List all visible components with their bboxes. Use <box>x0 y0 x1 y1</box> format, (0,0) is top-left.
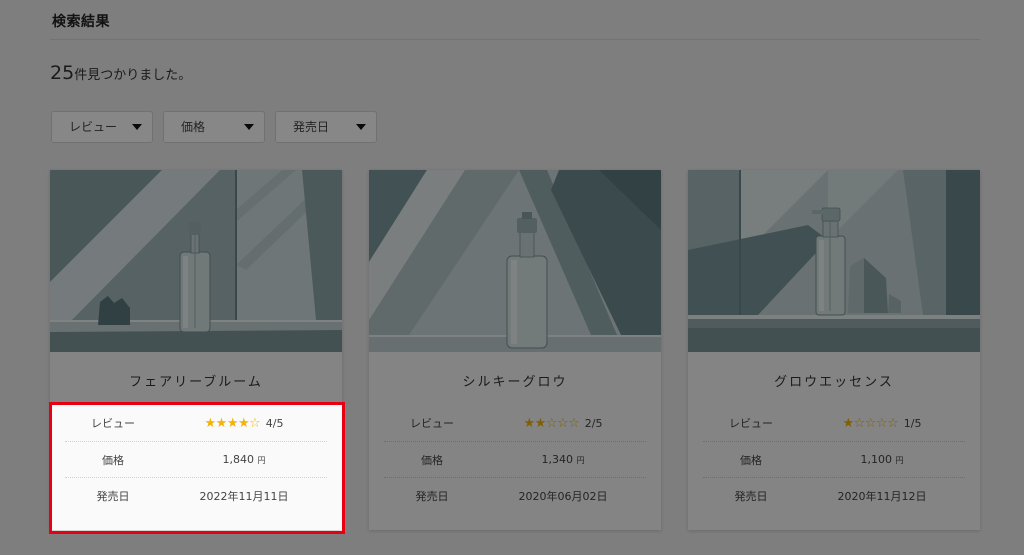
product-grid: フェアリーブルーム レビュー ★★★★☆ 4/5 価格 1,840 円 発売日 … <box>50 170 980 530</box>
rating-stars: ★★☆☆☆ <box>524 416 580 431</box>
spec-row-price: 価格 1,100 円 <box>703 441 965 477</box>
caret-down-icon <box>356 124 366 130</box>
result-count: 25件見つかりました。 <box>50 61 191 88</box>
star-empty-icon: ☆ <box>875 415 888 431</box>
spec-label-review: レビュー <box>729 417 773 430</box>
filter-bar: レビュー 価格 発売日 <box>51 111 377 143</box>
spec-label-price: 価格 <box>421 453 443 467</box>
star-empty-icon: ☆ <box>556 415 569 431</box>
star-empty-icon: ☆ <box>887 415 899 431</box>
spec-value-price: 1,840 円 <box>161 453 327 466</box>
page-title: 検索結果 <box>52 14 110 30</box>
star-filled-icon: ★ <box>842 415 855 431</box>
spec-row-price: 価格 1,340 円 <box>384 441 646 477</box>
product-card[interactable]: シルキーグロウ レビュー ★★☆☆☆ 2/5 価格 1,340 円 発売日 20… <box>369 170 661 530</box>
filter-label: 発売日 <box>293 120 330 134</box>
price-value: 1,100 <box>860 453 893 466</box>
spec-value-review: ★☆☆☆☆ 1/5 <box>799 416 965 431</box>
spec-label-release-date: 発売日 <box>415 489 449 503</box>
spec-label-price: 価格 <box>102 453 124 467</box>
spec-label-review: レビュー <box>410 417 454 430</box>
star-empty-icon: ☆ <box>545 415 558 431</box>
release-date-value: 2020年06月02日 <box>518 489 608 503</box>
product-image[interactable] <box>50 170 342 352</box>
spec-value-review: ★★★★☆ 4/5 <box>161 416 327 431</box>
product-spec-table: レビュー ★★☆☆☆ 2/5 価格 1,340 円 発売日 2020年06月02… <box>384 405 646 513</box>
star-empty-icon: ☆ <box>249 415 261 431</box>
spec-row-release-date: 発売日 2020年11月12日 <box>703 477 965 513</box>
caret-down-icon <box>132 124 142 130</box>
star-filled-icon: ★ <box>204 415 217 431</box>
product-name[interactable]: フェアリーブルーム <box>50 352 342 405</box>
product-card[interactable]: グロウエッセンス レビュー ★☆☆☆☆ 1/5 価格 1,100 円 発売日 2… <box>688 170 980 530</box>
spec-label-release-date: 発売日 <box>96 489 130 503</box>
star-empty-icon: ☆ <box>853 415 866 431</box>
spec-row-review: レビュー ★☆☆☆☆ 1/5 <box>703 405 965 441</box>
spec-row-review: レビュー ★★☆☆☆ 2/5 <box>384 405 646 441</box>
price-value: 1,840 <box>222 453 255 466</box>
result-count-suffix: 件見つかりました。 <box>74 68 192 83</box>
spec-value-review: ★★☆☆☆ 2/5 <box>480 416 646 431</box>
spec-row-release-date: 発売日 2020年06月02日 <box>384 477 646 513</box>
star-filled-icon: ★ <box>226 415 239 431</box>
filter-price-dropdown[interactable]: 価格 <box>163 111 265 143</box>
star-empty-icon: ☆ <box>568 415 580 431</box>
rating-text: 4/5 <box>265 416 284 430</box>
product-name[interactable]: シルキーグロウ <box>369 352 661 405</box>
star-filled-icon: ★ <box>215 415 228 431</box>
filter-label: 価格 <box>181 120 206 134</box>
result-count-number: 25 <box>50 62 75 84</box>
product-card[interactable]: フェアリーブルーム レビュー ★★★★☆ 4/5 価格 1,840 円 発売日 … <box>50 170 342 530</box>
spec-value-price: 1,100 円 <box>799 453 965 466</box>
table-surface <box>688 315 980 352</box>
star-filled-icon: ★ <box>523 415 536 431</box>
spec-row-price: 価格 1,840 円 <box>65 441 327 477</box>
spec-row-review: レビュー ★★★★☆ 4/5 <box>65 405 327 441</box>
star-filled-icon: ★ <box>534 415 547 431</box>
rating-stars: ★★★★☆ <box>205 416 261 431</box>
product-spec-table: レビュー ★☆☆☆☆ 1/5 価格 1,100 円 発売日 2020年11月12… <box>703 405 965 513</box>
rating-stars: ★☆☆☆☆ <box>843 416 899 431</box>
title-divider <box>50 39 980 40</box>
price-value: 1,340 <box>541 453 574 466</box>
rating-text: 2/5 <box>584 416 603 430</box>
spec-label-price: 価格 <box>740 453 762 467</box>
release-date-value: 2020年11月12日 <box>837 489 927 503</box>
spec-value-price: 1,340 円 <box>480 453 646 466</box>
spec-label-review: レビュー <box>91 417 135 430</box>
currency-unit: 円 <box>895 456 904 465</box>
spec-row-release-date: 発売日 2022年11月11日 <box>65 477 327 513</box>
product-image[interactable] <box>369 170 661 352</box>
filter-review-dropdown[interactable]: レビュー <box>51 111 153 143</box>
filter-release-date-dropdown[interactable]: 発売日 <box>275 111 377 143</box>
star-empty-icon: ☆ <box>864 415 877 431</box>
star-filled-icon: ★ <box>237 415 250 431</box>
product-spec-table: レビュー ★★★★☆ 4/5 価格 1,840 円 発売日 2022年11月11… <box>65 405 327 513</box>
currency-unit: 円 <box>576 456 585 465</box>
spec-label-release-date: 発売日 <box>734 489 768 503</box>
search-results-page: 検索結果 25件見つかりました。 レビュー 価格 発売日 フェアリーブルーム レ… <box>0 0 1024 555</box>
product-name[interactable]: グロウエッセンス <box>688 352 980 405</box>
release-date-value: 2022年11月11日 <box>199 489 289 503</box>
rating-text: 1/5 <box>903 416 922 430</box>
product-image[interactable] <box>688 170 980 352</box>
filter-label: レビュー <box>69 120 118 134</box>
caret-down-icon <box>244 124 254 130</box>
currency-unit: 円 <box>257 456 266 465</box>
